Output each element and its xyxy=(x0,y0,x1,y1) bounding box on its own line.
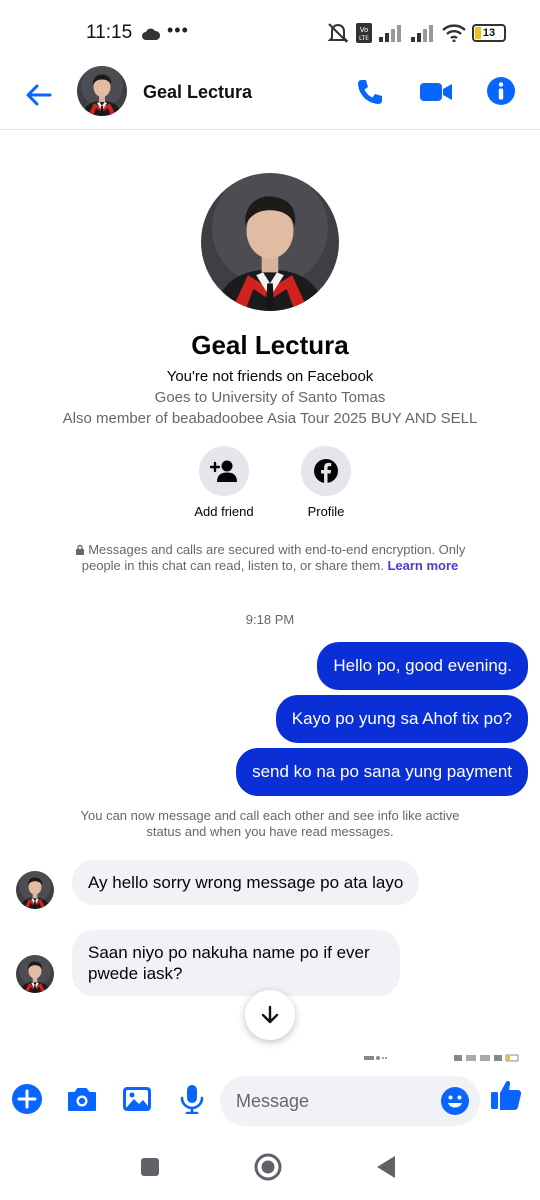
back-arrow-icon[interactable] xyxy=(22,78,56,112)
encryption-notice: Messages and calls are secured with end-… xyxy=(60,542,480,574)
chat-header: Geal Lectura xyxy=(0,66,540,130)
message-composer xyxy=(0,1074,540,1130)
home-circle-icon xyxy=(254,1153,282,1181)
system-note: You can now message and call each other … xyxy=(80,808,460,839)
microphone-icon[interactable] xyxy=(175,1082,209,1116)
scroll-to-bottom-button[interactable] xyxy=(245,990,295,1040)
svg-text:Vo: Vo xyxy=(360,26,369,34)
outgoing-message[interactable]: Kayo po yung sa Ahof tix po? xyxy=(275,695,528,743)
camera-icon[interactable] xyxy=(65,1082,99,1116)
add-friend-button[interactable]: Add friend xyxy=(174,446,274,519)
incoming-message[interactable]: Ay hello sorry wrong message po ata layo xyxy=(72,860,420,905)
add-person-icon[interactable] xyxy=(199,446,249,496)
image-icon[interactable] xyxy=(120,1082,154,1116)
recent-apps-button[interactable] xyxy=(135,1152,165,1182)
learn-more-link[interactable]: Learn more xyxy=(387,558,458,573)
info-icon[interactable] xyxy=(486,76,518,108)
volte-icon: VoLTE xyxy=(356,23,372,43)
facebook-icon[interactable] xyxy=(301,446,351,496)
mute-icon xyxy=(327,23,349,43)
plus-icon[interactable] xyxy=(10,1082,44,1116)
video-icon[interactable] xyxy=(419,76,453,108)
mini-status-strip xyxy=(364,1054,519,1062)
add-friend-label: Add friend xyxy=(194,504,254,519)
home-button[interactable] xyxy=(253,1152,283,1182)
square-icon xyxy=(141,1158,159,1176)
status-bar: 11:15 ••• Vo LTE 13 xyxy=(0,0,540,66)
system-nav-bar xyxy=(0,1140,540,1200)
outgoing-message[interactable]: send ko na po sana yung payment xyxy=(236,748,528,796)
profile-button[interactable]: Profile xyxy=(276,446,376,519)
status-indicators: Vo LTE 13 xyxy=(326,22,506,44)
thumbs-up-icon[interactable] xyxy=(489,1078,523,1112)
signal-icon xyxy=(379,25,401,42)
sender-avatar[interactable] xyxy=(16,955,54,993)
school-info: Goes to University of Santo Tomas xyxy=(154,389,386,406)
back-button[interactable] xyxy=(370,1152,400,1182)
profile-label: Profile xyxy=(307,504,345,519)
contact-name[interactable]: Geal Lectura xyxy=(143,82,252,103)
battery-icon: 13 xyxy=(472,24,506,42)
profile-picture[interactable] xyxy=(201,173,339,311)
profile-name: Geal Lectura xyxy=(191,330,349,360)
chevron-down-icon xyxy=(261,1005,279,1024)
outgoing-message[interactable]: Hello po, good evening. xyxy=(317,642,528,690)
wifi-icon xyxy=(442,24,466,42)
friend-status: You're not friends on Facebook xyxy=(166,368,374,385)
emoji-icon[interactable] xyxy=(440,1086,470,1116)
message-timestamp: 9:18 PM xyxy=(245,612,295,627)
group-info: Also member of beabadoobee Asia Tour 202… xyxy=(62,410,478,427)
phone-icon[interactable] xyxy=(354,76,386,108)
cloud-icon xyxy=(142,27,161,45)
status-more-icon: ••• xyxy=(167,20,189,40)
back-triangle-icon xyxy=(377,1156,395,1178)
incoming-message[interactable]: Saan niyo po nakuha name po if ever pwed… xyxy=(72,930,400,996)
battery-level: 13 xyxy=(482,27,496,39)
svg-text:LTE: LTE xyxy=(359,35,369,42)
sender-avatar[interactable] xyxy=(16,871,54,909)
lock-icon xyxy=(75,544,84,555)
status-time: 11:15 xyxy=(86,22,133,43)
avatar[interactable] xyxy=(77,66,127,116)
signal-icon-2 xyxy=(411,25,433,42)
